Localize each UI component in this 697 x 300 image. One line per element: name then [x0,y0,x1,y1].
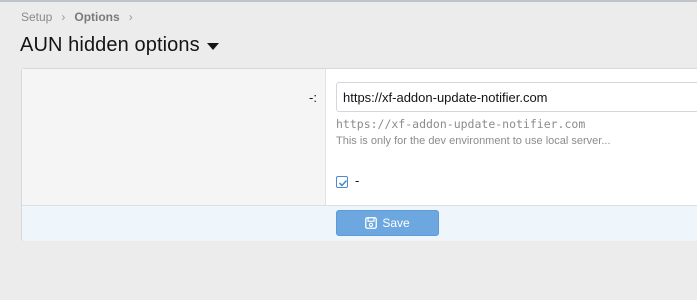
checkbox-label: - [355,173,360,188]
chevron-right-icon: › [61,10,66,24]
breadcrumb-options[interactable]: Options [74,10,119,24]
top-border [0,0,697,2]
breadcrumb-setup[interactable]: Setup [21,10,52,24]
option-label: -: [309,90,317,105]
submit-row: Save [22,205,697,241]
dev-checkbox[interactable] [336,176,348,188]
url-input[interactable] [336,82,697,112]
options-form: -: https://xf-addon-update-notifier.com … [21,68,697,241]
default-value-hint: https://xf-addon-update-notifier.com [336,117,586,131]
page-title: AUN hidden options [20,34,200,56]
caret-down-icon[interactable] [206,43,219,50]
check-icon [338,179,348,187]
option-explain: This is only for the dev environment to … [336,135,611,147]
label-column: -: [22,69,326,205]
save-button[interactable]: Save [336,210,439,236]
breadcrumb: Setup › Options › [21,10,142,24]
save-icon [365,217,378,229]
chevron-right-icon: › [128,10,133,24]
save-label: Save [382,216,410,230]
title-row: AUN hidden options [20,34,219,57]
